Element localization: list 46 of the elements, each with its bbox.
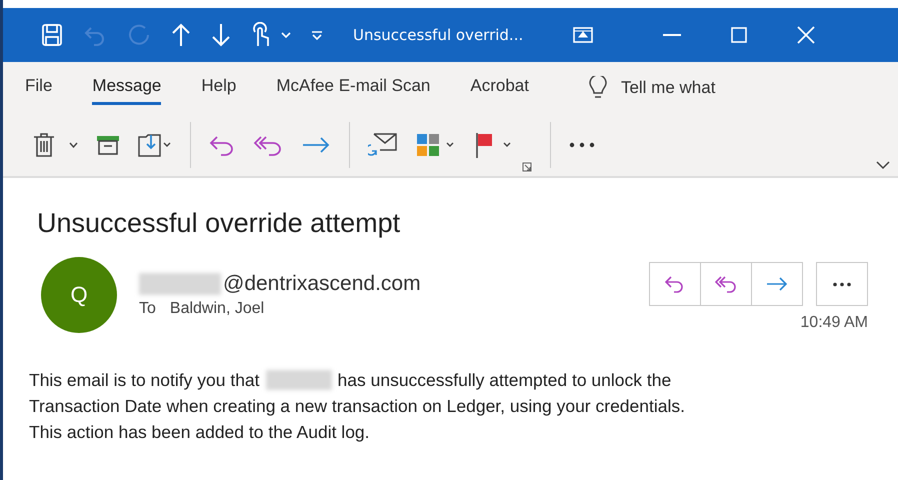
close-icon[interactable] bbox=[797, 26, 816, 44]
archive-icon[interactable] bbox=[96, 134, 120, 156]
body-text: This action has been added to the Audit log. bbox=[29, 421, 371, 444]
save-icon[interactable] bbox=[41, 23, 63, 47]
more-icon[interactable] bbox=[569, 142, 595, 148]
ribbon-tab[interactable]: Message bbox=[92, 72, 162, 104]
envelope-icon[interactable] bbox=[368, 131, 398, 159]
body-text: Transaction Date when creating a new transaction on Ledger, using your credentials. bbox=[29, 395, 686, 418]
forward-button[interactable] bbox=[751, 262, 803, 306]
recipient-name: Baldwin, Joel bbox=[170, 300, 264, 318]
sender-avatar: Q bbox=[41, 257, 117, 333]
reply-all-icon bbox=[715, 275, 737, 293]
to-label: To bbox=[139, 300, 156, 318]
down-arrow-icon[interactable] bbox=[211, 22, 231, 48]
reply-all-icon[interactable] bbox=[253, 134, 283, 156]
reply-icon[interactable] bbox=[209, 134, 235, 156]
body-text: has unsuccessfully attempted to unlock the bbox=[338, 369, 672, 392]
move-to-folder-icon[interactable] bbox=[138, 132, 172, 158]
ribbon-tab[interactable]: File bbox=[25, 72, 52, 104]
categorize-icon[interactable] bbox=[416, 132, 456, 158]
up-arrow-icon[interactable] bbox=[171, 22, 191, 48]
body-text: This email is to notify you that bbox=[29, 369, 260, 392]
redacted-text bbox=[266, 370, 332, 390]
received-time: 10:49 AM bbox=[800, 314, 868, 332]
message-subject: Unsuccessful override attempt bbox=[37, 208, 402, 239]
ribbon-tab[interactable]: McAfee E-mail Scan bbox=[276, 72, 430, 104]
ribbon-display-icon[interactable] bbox=[573, 27, 594, 43]
lightbulb-icon bbox=[588, 76, 607, 100]
dialog-launcher-icon[interactable] bbox=[522, 162, 532, 172]
maximize-icon[interactable] bbox=[731, 27, 748, 43]
expand-ribbon-icon[interactable] bbox=[876, 161, 890, 170]
reply-all-button[interactable] bbox=[700, 262, 752, 306]
sender-address: @dentrixascend.com bbox=[223, 272, 421, 296]
customize-icon[interactable] bbox=[311, 29, 323, 41]
forward-icon bbox=[766, 276, 788, 292]
minimize-icon[interactable] bbox=[663, 34, 682, 36]
caret-icon[interactable] bbox=[69, 142, 78, 148]
tell-me-field[interactable]: Tell me what bbox=[620, 78, 751, 98]
ribbon-tab[interactable]: Help bbox=[201, 72, 236, 104]
trash-icon[interactable] bbox=[33, 132, 55, 158]
more-icon bbox=[832, 282, 852, 286]
window-title: Unsuccessful overrid... bbox=[353, 26, 524, 44]
touch-icon[interactable] bbox=[251, 22, 271, 48]
reply-icon bbox=[665, 275, 685, 293]
reply-button[interactable] bbox=[649, 262, 701, 306]
ribbon-tab[interactable]: Acrobat bbox=[470, 72, 529, 104]
